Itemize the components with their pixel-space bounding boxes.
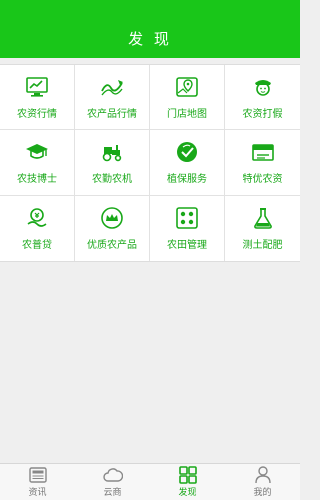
grid-item-label: 植保服务 <box>167 174 207 186</box>
bottom-tab-bar: 资讯 云商 发现 我的 <box>0 463 300 500</box>
grid-item-label: 农资打假 <box>242 109 283 121</box>
page-title: 发 现 <box>128 29 172 48</box>
grid-item-field-management[interactable]: 农田管理 <box>150 195 225 261</box>
grid-item-quality-produce[interactable]: 优质农产品 <box>75 195 150 261</box>
cloud-icon <box>102 466 123 484</box>
grid-item-label: 农普贷 <box>22 240 52 252</box>
status-bar <box>0 0 300 18</box>
grid-item-label: 测土配肥 <box>242 240 283 252</box>
crown-badge-icon <box>99 205 125 231</box>
grid-item-label: 农资行情 <box>17 109 57 121</box>
tab-label: 资讯 <box>28 488 47 498</box>
trend-line-icon <box>99 74 125 100</box>
grid-item-farm-machinery[interactable]: 农勤农机 <box>75 130 150 196</box>
tab-news[interactable]: 资讯 <box>0 464 75 500</box>
flask-icon <box>250 205 276 231</box>
tab-cloud-store[interactable]: 云商 <box>75 464 150 500</box>
grid-item-plant-protection[interactable]: 植保服务 <box>150 130 225 196</box>
grid-item-label: 农田管理 <box>167 240 207 252</box>
grid-item-produce-market[interactable]: 农产品行情 <box>75 65 150 131</box>
grid-item-label: 优质农产品 <box>87 240 137 252</box>
tab-profile[interactable]: 我的 <box>225 464 300 500</box>
grid-item-farm-loan[interactable]: 农普贷 <box>0 195 75 261</box>
grid-item-anti-counterfeit[interactable]: 农资打假 <box>225 65 300 131</box>
feature-grid: 农资行情 农产品行情 门店地图 农资打假 农技博士 农勤农机 植保服务 特优农资… <box>0 64 300 262</box>
grid-item-label: 特优农资 <box>242 174 283 186</box>
tractor-icon <box>99 139 125 165</box>
discover-grid-icon <box>178 466 198 484</box>
map-pin-icon <box>174 74 200 100</box>
user-icon <box>253 466 273 484</box>
news-icon <box>28 466 48 484</box>
grid-item-label: 门店地图 <box>167 109 207 121</box>
grid-item-premium-supplies[interactable]: 特优农资 <box>225 130 300 196</box>
tab-label: 云商 <box>103 488 122 498</box>
graduation-cap-icon <box>24 139 50 165</box>
header-bar: 发 现 <box>0 18 300 58</box>
grid-item-ag-doctor[interactable]: 农技博士 <box>0 130 75 196</box>
plant-check-icon <box>174 139 200 165</box>
police-officer-icon <box>250 74 276 100</box>
grid-item-label: 农勤农机 <box>92 174 132 186</box>
premium-box-icon <box>250 139 276 165</box>
loan-coin-icon <box>24 205 50 231</box>
monitor-chart-icon <box>24 74 50 100</box>
field-grid-icon <box>174 205 200 231</box>
grid-item-store-map[interactable]: 门店地图 <box>150 65 225 131</box>
tab-label: 我的 <box>253 488 272 498</box>
tab-label: 发现 <box>178 488 197 498</box>
grid-item-soil-testing[interactable]: 测土配肥 <box>225 196 300 261</box>
tab-discover[interactable]: 发现 <box>150 464 225 500</box>
grid-item-label: 农产品行情 <box>87 109 137 121</box>
grid-item-label: 农技博士 <box>17 174 57 186</box>
grid-item-ag-supply-market[interactable]: 农资行情 <box>0 65 75 131</box>
